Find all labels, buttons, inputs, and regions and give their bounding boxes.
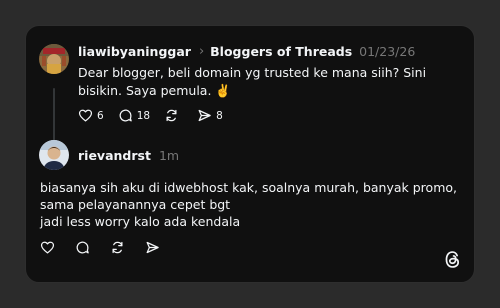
comment-icon (76, 241, 89, 254)
like-count: 6 (97, 109, 104, 122)
post-author-username[interactable]: liawibyaninggar (78, 44, 191, 59)
reply-share-button[interactable] (145, 240, 160, 255)
reply-author-username[interactable]: rievandrst (78, 148, 151, 163)
reply-timestamp: 1m (158, 148, 180, 163)
repost-icon (166, 109, 177, 122)
comment-icon (119, 109, 132, 122)
heart-icon (40, 241, 55, 254)
like-button[interactable]: 6 (78, 108, 104, 123)
reply-author-avatar[interactable] (39, 140, 69, 170)
threads-logo-icon[interactable] (444, 250, 461, 273)
repost-icon (112, 241, 123, 254)
reply-header: rievandrst 1m (78, 148, 179, 163)
reply-line: biasanya sih aku di idwebhost kak, soaln… (40, 180, 457, 212)
repost-button[interactable] (164, 108, 183, 123)
post-header: liawibyaninggar › Bloggers of Threads 01… (78, 44, 415, 59)
reply-line: jadi less worry kalo ada kendala (40, 214, 241, 229)
send-icon (146, 241, 159, 254)
reply-count: 18 (136, 109, 151, 122)
share-button[interactable]: 8 (197, 108, 223, 123)
reply-actions (40, 240, 174, 255)
post-timestamp: 01/23/26 (359, 44, 416, 59)
thread-connector-line (53, 88, 55, 143)
community-link[interactable]: Bloggers of Threads (210, 44, 352, 59)
send-icon (198, 109, 211, 122)
threads-card: liawibyaninggar › Bloggers of Threads 01… (25, 25, 475, 283)
post-actions: 6 18 8 (78, 108, 237, 123)
reply-button[interactable]: 18 (118, 108, 150, 123)
reply-comment-button[interactable] (75, 240, 90, 255)
reply-repost-button[interactable] (110, 240, 125, 255)
share-count: 8 (216, 109, 223, 122)
post-author-avatar[interactable] (39, 44, 69, 74)
chevron-right-icon: › (198, 44, 205, 59)
reply-like-button[interactable] (40, 240, 55, 255)
post-body: Dear blogger, beli domain yg trusted ke … (78, 65, 427, 98)
heart-icon (78, 109, 93, 122)
reply-body: biasanya sih aku di idwebhost kak, soaln… (40, 179, 460, 230)
